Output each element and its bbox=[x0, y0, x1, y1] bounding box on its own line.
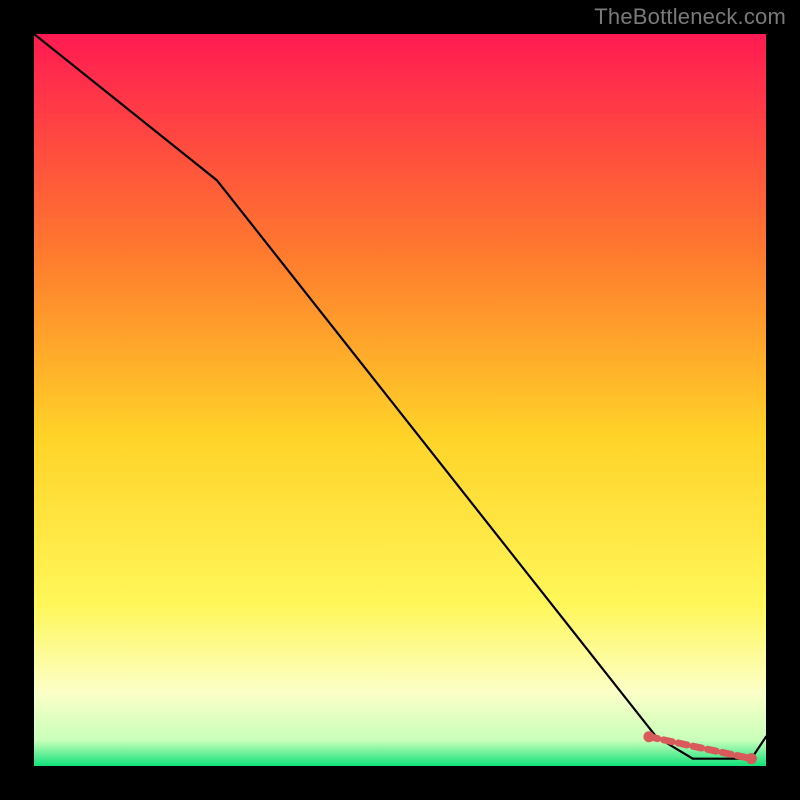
gradient-background bbox=[34, 34, 766, 766]
chart-frame: TheBottleneck.com bbox=[0, 0, 800, 800]
chart-plot-area bbox=[34, 34, 766, 766]
chart-svg bbox=[34, 34, 766, 766]
highlight-dot-0 bbox=[643, 731, 654, 742]
attribution-text: TheBottleneck.com bbox=[594, 4, 786, 30]
highlight-dot-1 bbox=[746, 753, 757, 764]
